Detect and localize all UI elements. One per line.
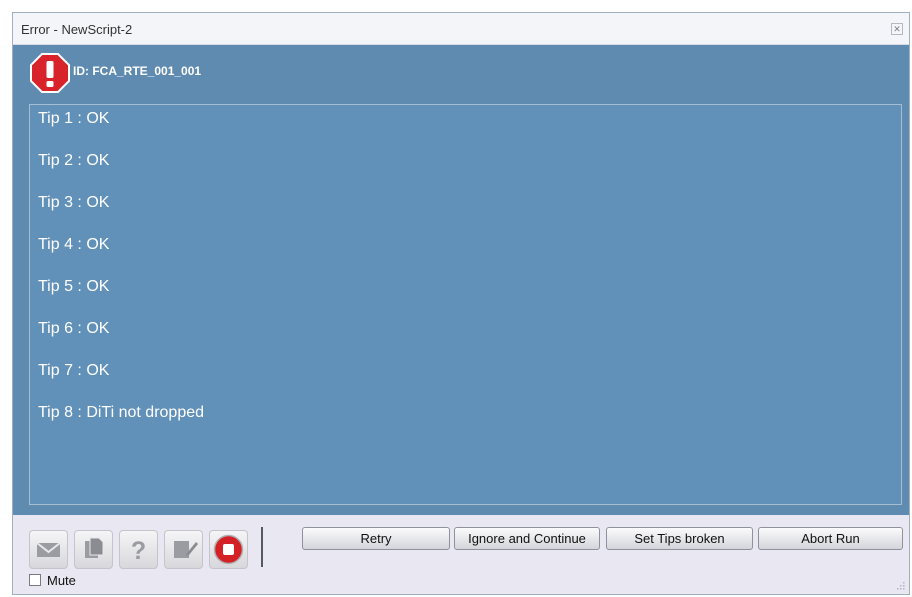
error-id: ID: FCA_RTE_001_001 [73,64,202,78]
copy-button[interactable] [74,530,113,569]
message-line: Tip 8 : DiTi not dropped [38,404,205,421]
bottom-toolbar: ? Retry Ignore and Continue Set Tips bro… [13,515,909,594]
mail-icon [36,542,61,557]
message-line: Tip 1 : OK [38,110,110,127]
mute-checkbox[interactable] [29,574,41,586]
ignore-and-continue-button[interactable]: Ignore and Continue [454,527,600,550]
mute-label: Mute [47,573,76,588]
retry-button[interactable]: Retry [302,527,450,550]
message-line: Tip 3 : OK [38,194,110,211]
mail-button[interactable] [29,530,68,569]
message-line: Tip 2 : OK [38,152,110,169]
edit-icon [174,541,198,558]
resize-grip-icon[interactable] [895,580,905,590]
stop-button[interactable] [209,530,248,569]
message-line: Tip 4 : OK [38,236,110,253]
toolbar-separator [261,527,263,567]
help-icon: ? [131,537,146,565]
message-line: Tip 7 : OK [38,362,110,379]
window-title: Error - NewScript-2 [21,22,133,37]
title-bar: Error - NewScript-2 ✕ [13,13,909,45]
message-panel[interactable]: Tip 1 : OK Tip 2 : OK Tip 3 : OK Tip 4 :… [29,104,902,505]
set-tips-broken-button[interactable]: Set Tips broken [606,527,753,550]
message-line: Tip 6 : OK [38,320,110,337]
error-header: ID: FCA_RTE_001_001 [13,44,909,102]
message-line: Tip 5 : OK [38,278,110,295]
help-button[interactable]: ? [119,530,158,569]
copy-icon [85,537,104,558]
svg-text:?: ? [131,537,146,565]
stop-icon [213,534,244,565]
close-icon[interactable]: ✕ [891,23,903,35]
error-octagon-icon [30,53,70,93]
abort-run-button[interactable]: Abort Run [758,527,903,550]
edit-button[interactable] [164,530,203,569]
error-dialog: Error - NewScript-2 ✕ ID: FCA_RTE_001_00… [12,12,910,595]
